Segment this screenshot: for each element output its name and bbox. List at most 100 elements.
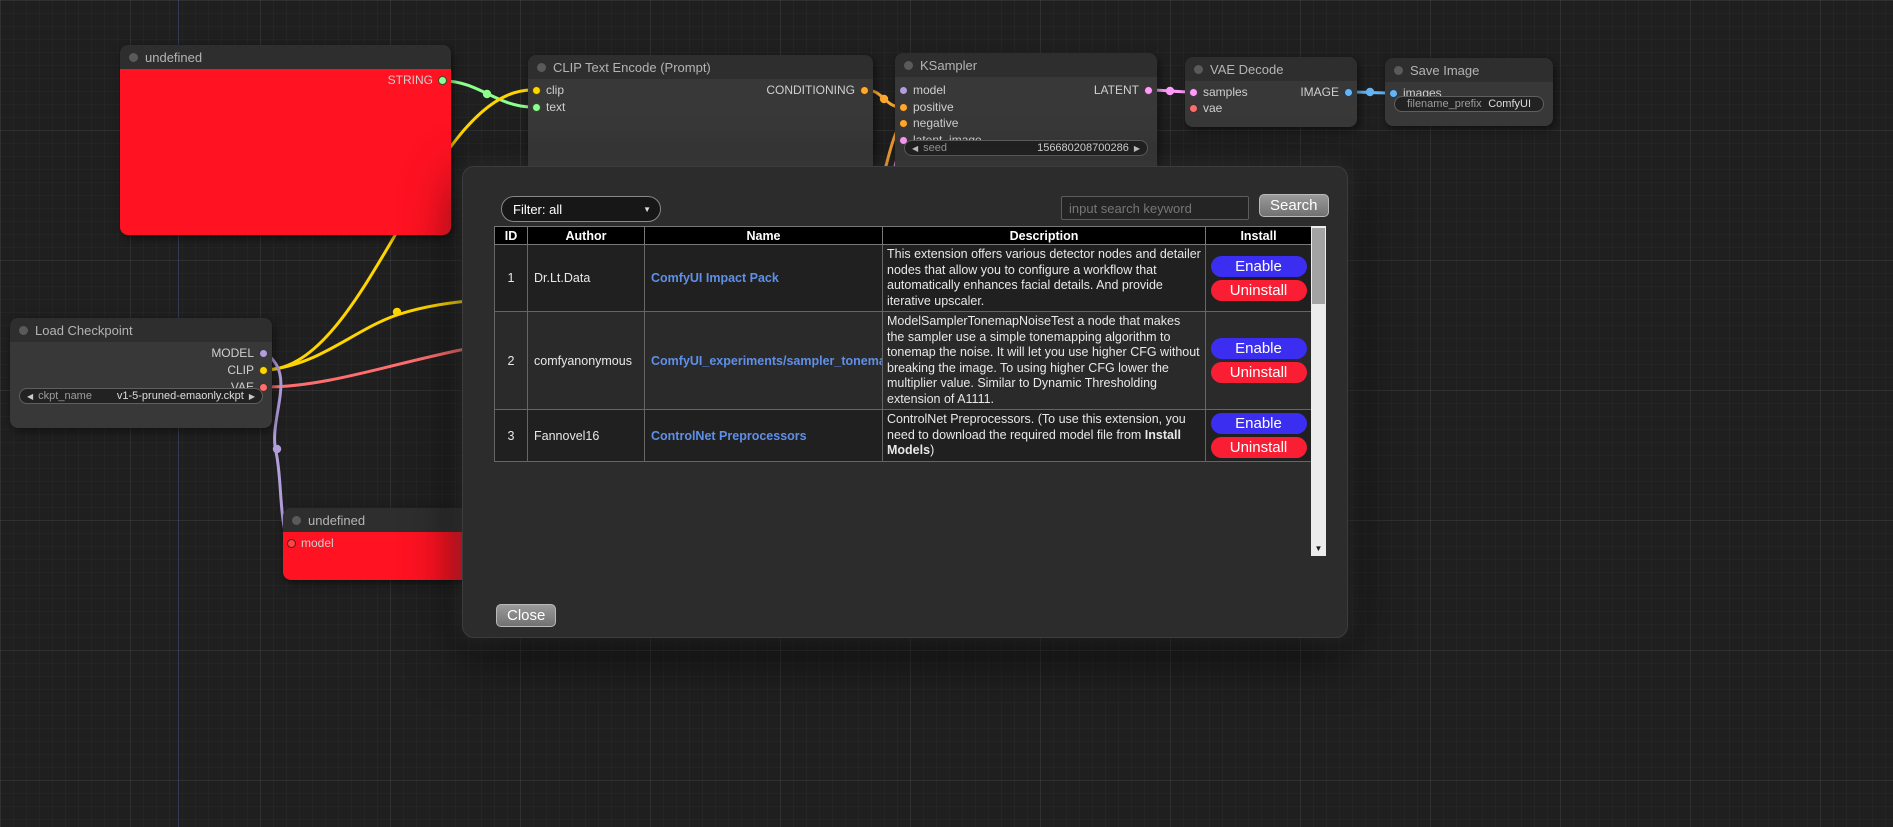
collapse-dot-icon[interactable] bbox=[292, 516, 301, 525]
input-slot-negative[interactable]: negative bbox=[896, 116, 960, 130]
slot-label: CONDITIONING bbox=[766, 83, 855, 97]
slot-dot[interactable] bbox=[899, 86, 908, 95]
cell-description: ControlNet Preprocessors. (To use this e… bbox=[883, 410, 1206, 462]
extension-link[interactable]: ComfyUI_experiments/sampler_tonemap bbox=[651, 354, 883, 368]
node-title-label: VAE Decode bbox=[1210, 62, 1283, 77]
input-slot-model[interactable]: model bbox=[896, 83, 948, 97]
close-button[interactable]: Close bbox=[496, 604, 556, 627]
extension-link[interactable]: ComfyUI Impact Pack bbox=[651, 271, 779, 285]
link-string-to-text bbox=[444, 81, 532, 107]
slot-label: positive bbox=[913, 100, 954, 114]
cell-description: ModelSamplerTonemapNoiseTest a node that… bbox=[883, 312, 1206, 410]
slot-dot[interactable] bbox=[899, 119, 908, 128]
cell-install: Enable Uninstall bbox=[1206, 410, 1312, 462]
input-slot-model[interactable]: model bbox=[284, 536, 336, 550]
link-dot bbox=[483, 90, 491, 98]
uninstall-button[interactable]: Uninstall bbox=[1211, 362, 1307, 383]
enable-button[interactable]: Enable bbox=[1211, 413, 1307, 434]
slot-dot[interactable] bbox=[899, 103, 908, 112]
slot-dot[interactable] bbox=[1189, 88, 1198, 97]
widget-name: ckpt_name bbox=[38, 390, 92, 402]
scroll-down-arrow-icon[interactable]: ▼ bbox=[1311, 541, 1326, 556]
input-slot-positive[interactable]: positive bbox=[896, 100, 956, 114]
cell-description: This extension offers various detector n… bbox=[883, 245, 1206, 312]
node-title-label: Save Image bbox=[1410, 63, 1479, 78]
collapse-dot-icon[interactable] bbox=[1194, 65, 1203, 74]
slot-dot[interactable] bbox=[438, 76, 447, 85]
output-slot-image[interactable]: IMAGE bbox=[1298, 85, 1356, 99]
extension-link[interactable]: ControlNet Preprocessors bbox=[651, 429, 807, 443]
output-slot-clip[interactable]: CLIP bbox=[225, 363, 271, 377]
slot-dot[interactable] bbox=[287, 539, 296, 548]
slot-label: CLIP bbox=[227, 363, 254, 377]
node-undefined-top[interactable]: undefined STRING bbox=[120, 45, 451, 235]
widget-value: v1-5-pruned-emaonly.ckpt bbox=[117, 390, 244, 402]
node-title-bar[interactable]: Save Image bbox=[1385, 58, 1553, 82]
input-slot-clip[interactable]: clip bbox=[529, 83, 566, 97]
slot-dot[interactable] bbox=[1144, 86, 1153, 95]
slot-dot[interactable] bbox=[860, 86, 869, 95]
slot-label: vae bbox=[1203, 101, 1222, 115]
widget-value: ComfyUI bbox=[1488, 98, 1531, 110]
node-canvas[interactable]: undefined STRING CLIP Text Encode (Prompt)… bbox=[0, 0, 1893, 827]
slot-dot[interactable] bbox=[259, 366, 268, 375]
node-save-image[interactable]: Save Imageimagesfilename_prefixComfyUI bbox=[1385, 58, 1553, 126]
node-title-bar[interactable]: undefined bbox=[120, 45, 451, 69]
output-slot-conditioning[interactable]: CONDITIONING bbox=[764, 83, 872, 97]
collapse-dot-icon[interactable] bbox=[19, 326, 28, 335]
node-body bbox=[120, 69, 451, 235]
table-scrollbar[interactable]: ▼ bbox=[1311, 226, 1326, 556]
collapse-dot-icon[interactable] bbox=[537, 63, 546, 72]
enable-button[interactable]: Enable bbox=[1211, 338, 1307, 359]
slot-dot[interactable] bbox=[1344, 88, 1353, 97]
node-load-checkpoint[interactable]: Load CheckpointMODELCLIPVAE◀ckpt_namev1-… bbox=[10, 318, 272, 428]
slot-label: STRING bbox=[388, 73, 433, 87]
column-header-author: Author bbox=[528, 227, 645, 245]
node-title-bar[interactable]: Load Checkpoint bbox=[10, 318, 272, 342]
cell-install: Enable Uninstall bbox=[1206, 245, 1312, 312]
link-vae-to-hidden bbox=[265, 346, 480, 387]
search-input[interactable] bbox=[1061, 196, 1249, 220]
extension-row: 3Fannovel16ControlNet PreprocessorsContr… bbox=[495, 410, 1312, 462]
node-title-bar[interactable]: VAE Decode bbox=[1185, 57, 1357, 81]
node-title-label: undefined bbox=[308, 513, 365, 528]
arrow-right-icon[interactable]: ▶ bbox=[249, 392, 255, 401]
slot-dot[interactable] bbox=[532, 103, 541, 112]
node-title-bar[interactable]: CLIP Text Encode (Prompt) bbox=[528, 55, 873, 79]
collapse-dot-icon[interactable] bbox=[904, 61, 913, 70]
cell-author: comfyanonymous bbox=[528, 312, 645, 410]
enable-button[interactable]: Enable bbox=[1211, 256, 1307, 277]
slot-label: clip bbox=[546, 83, 564, 97]
input-slot-text[interactable]: text bbox=[529, 100, 567, 114]
arrow-left-icon[interactable]: ◀ bbox=[27, 392, 33, 401]
widget-filename_prefix[interactable]: filename_prefix ComfyUI bbox=[1394, 96, 1544, 112]
slot-label: MODEL bbox=[211, 346, 254, 360]
filter-dropdown[interactable]: Filter: all bbox=[501, 196, 661, 222]
slot-dot[interactable] bbox=[259, 349, 268, 358]
slot-dot[interactable] bbox=[532, 86, 541, 95]
widget-ckpt_name[interactable]: ◀ ckpt_name v1-5-pruned-emaonly.ckpt ▶ bbox=[19, 388, 263, 404]
slot-dot[interactable] bbox=[1389, 89, 1398, 98]
column-header-name: Name bbox=[645, 227, 883, 245]
output-slot-model[interactable]: MODEL bbox=[209, 346, 271, 360]
output-slot-latent[interactable]: LATENT bbox=[1092, 83, 1156, 97]
uninstall-button[interactable]: Uninstall bbox=[1211, 280, 1307, 301]
uninstall-button[interactable]: Uninstall bbox=[1211, 437, 1307, 458]
slot-label: model bbox=[913, 83, 946, 97]
node-vae-decode[interactable]: VAE Decode samples vae IMAGE bbox=[1185, 57, 1357, 127]
arrow-right-icon[interactable]: ▶ bbox=[1134, 144, 1140, 153]
widget-seed[interactable]: ◀seed156680208700286▶ bbox=[904, 140, 1148, 156]
input-slot-samples[interactable]: samples bbox=[1186, 85, 1250, 99]
collapse-dot-icon[interactable] bbox=[129, 53, 138, 62]
slot-dot[interactable] bbox=[1189, 104, 1198, 113]
widget-name: filename_prefix bbox=[1407, 98, 1482, 110]
widget-name: seed bbox=[923, 142, 947, 154]
search-button[interactable]: Search bbox=[1259, 194, 1329, 217]
scrollbar-thumb[interactable] bbox=[1312, 228, 1325, 304]
arrow-left-icon[interactable]: ◀ bbox=[912, 144, 918, 153]
output-slot-string[interactable]: STRING bbox=[386, 73, 450, 87]
node-title-bar[interactable]: KSampler bbox=[895, 53, 1157, 77]
input-slot-vae[interactable]: vae bbox=[1186, 101, 1224, 115]
collapse-dot-icon[interactable] bbox=[1394, 66, 1403, 75]
cell-name: ComfyUI Impact Pack bbox=[645, 245, 883, 312]
